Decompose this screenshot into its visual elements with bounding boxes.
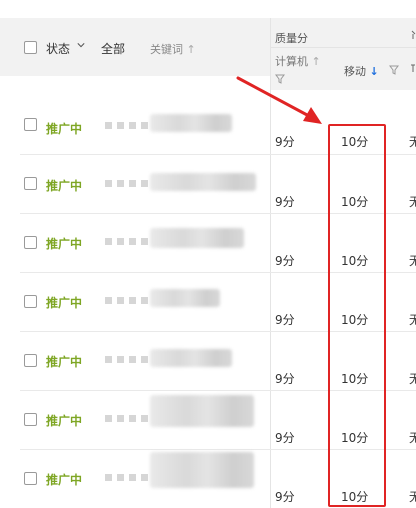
next-column-value: 无 [409,135,416,149]
row-checkbox[interactable] [24,472,37,485]
masked-keyword-prefix [105,474,148,482]
keyword-header-label: 关键词 [150,43,183,56]
sort-arrow-icon[interactable]: ↑ [312,55,321,68]
keyword-text-blurred[interactable] [150,289,220,307]
status-badge: 推广中 [46,296,83,310]
next-column-value: 无 [409,431,416,445]
next-column-value: 无 [409,490,416,504]
next-column-value: 无 [409,313,416,327]
row-checkbox[interactable] [24,354,37,367]
chevron-down-icon[interactable] [77,41,85,49]
status-badge: 推广中 [46,355,83,369]
sort-arrow-icon[interactable]: ↓ [370,65,379,78]
filter-icon[interactable] [389,65,399,75]
select-all-checkbox[interactable] [24,41,37,54]
keyword-text-blurred[interactable] [150,395,254,427]
row-checkbox[interactable] [24,177,37,190]
pc-score-column-header[interactable]: 计算机 ↑ [275,53,321,69]
pc-score: 9分 [275,195,295,209]
header-divider [271,47,416,48]
keyword-column-header[interactable]: 关键词 ↑ [150,41,196,57]
status-badge: 推广中 [46,179,83,193]
status-filter-value[interactable]: 全部 [101,40,125,57]
quality-score-header: 质量分 [275,32,308,45]
next-column-header-fragment [411,30,416,39]
mobile-score-column-header[interactable]: 移动 ↓ [344,63,379,79]
pc-score: 9分 [275,372,295,386]
pc-score: 9分 [275,254,295,268]
masked-keyword-prefix [105,297,148,305]
masked-keyword-prefix [105,122,148,130]
row-checkbox[interactable] [24,413,37,426]
sort-arrow-icon[interactable]: ↑ [187,43,196,56]
annotation-highlight-box [328,124,386,507]
pc-score: 9分 [275,431,295,445]
status-badge: 推广中 [46,473,83,487]
keyword-text-blurred[interactable] [150,173,256,191]
masked-keyword-prefix [105,356,148,364]
mobile-header-label: 移动 [344,65,366,78]
filter-icon[interactable] [275,74,285,84]
pc-header-label: 计算机 [275,55,308,68]
pc-score: 9分 [275,313,295,327]
next-column-value: 无 [409,195,416,209]
status-badge: 推广中 [46,237,83,251]
pc-score: 9分 [275,490,295,504]
keyword-text-blurred[interactable] [150,228,244,248]
next-column-header-fragment [411,64,415,72]
status-badge: 推广中 [46,122,83,136]
row-checkbox[interactable] [24,295,37,308]
table-header-left [0,18,270,76]
masked-keyword-prefix [105,180,148,188]
row-checkbox[interactable] [24,236,37,249]
status-badge: 推广中 [46,414,83,428]
masked-keyword-prefix [105,238,148,246]
masked-keyword-prefix [105,415,148,423]
keyword-text-blurred[interactable] [150,114,232,132]
status-column-header[interactable]: 状态 [46,40,70,57]
next-column-value: 无 [409,372,416,386]
keyword-text-blurred[interactable] [150,452,254,488]
keyword-text-blurred[interactable] [150,349,232,367]
pc-score: 9分 [275,135,295,149]
next-column-value: 无 [409,254,416,268]
row-checkbox[interactable] [24,118,37,131]
